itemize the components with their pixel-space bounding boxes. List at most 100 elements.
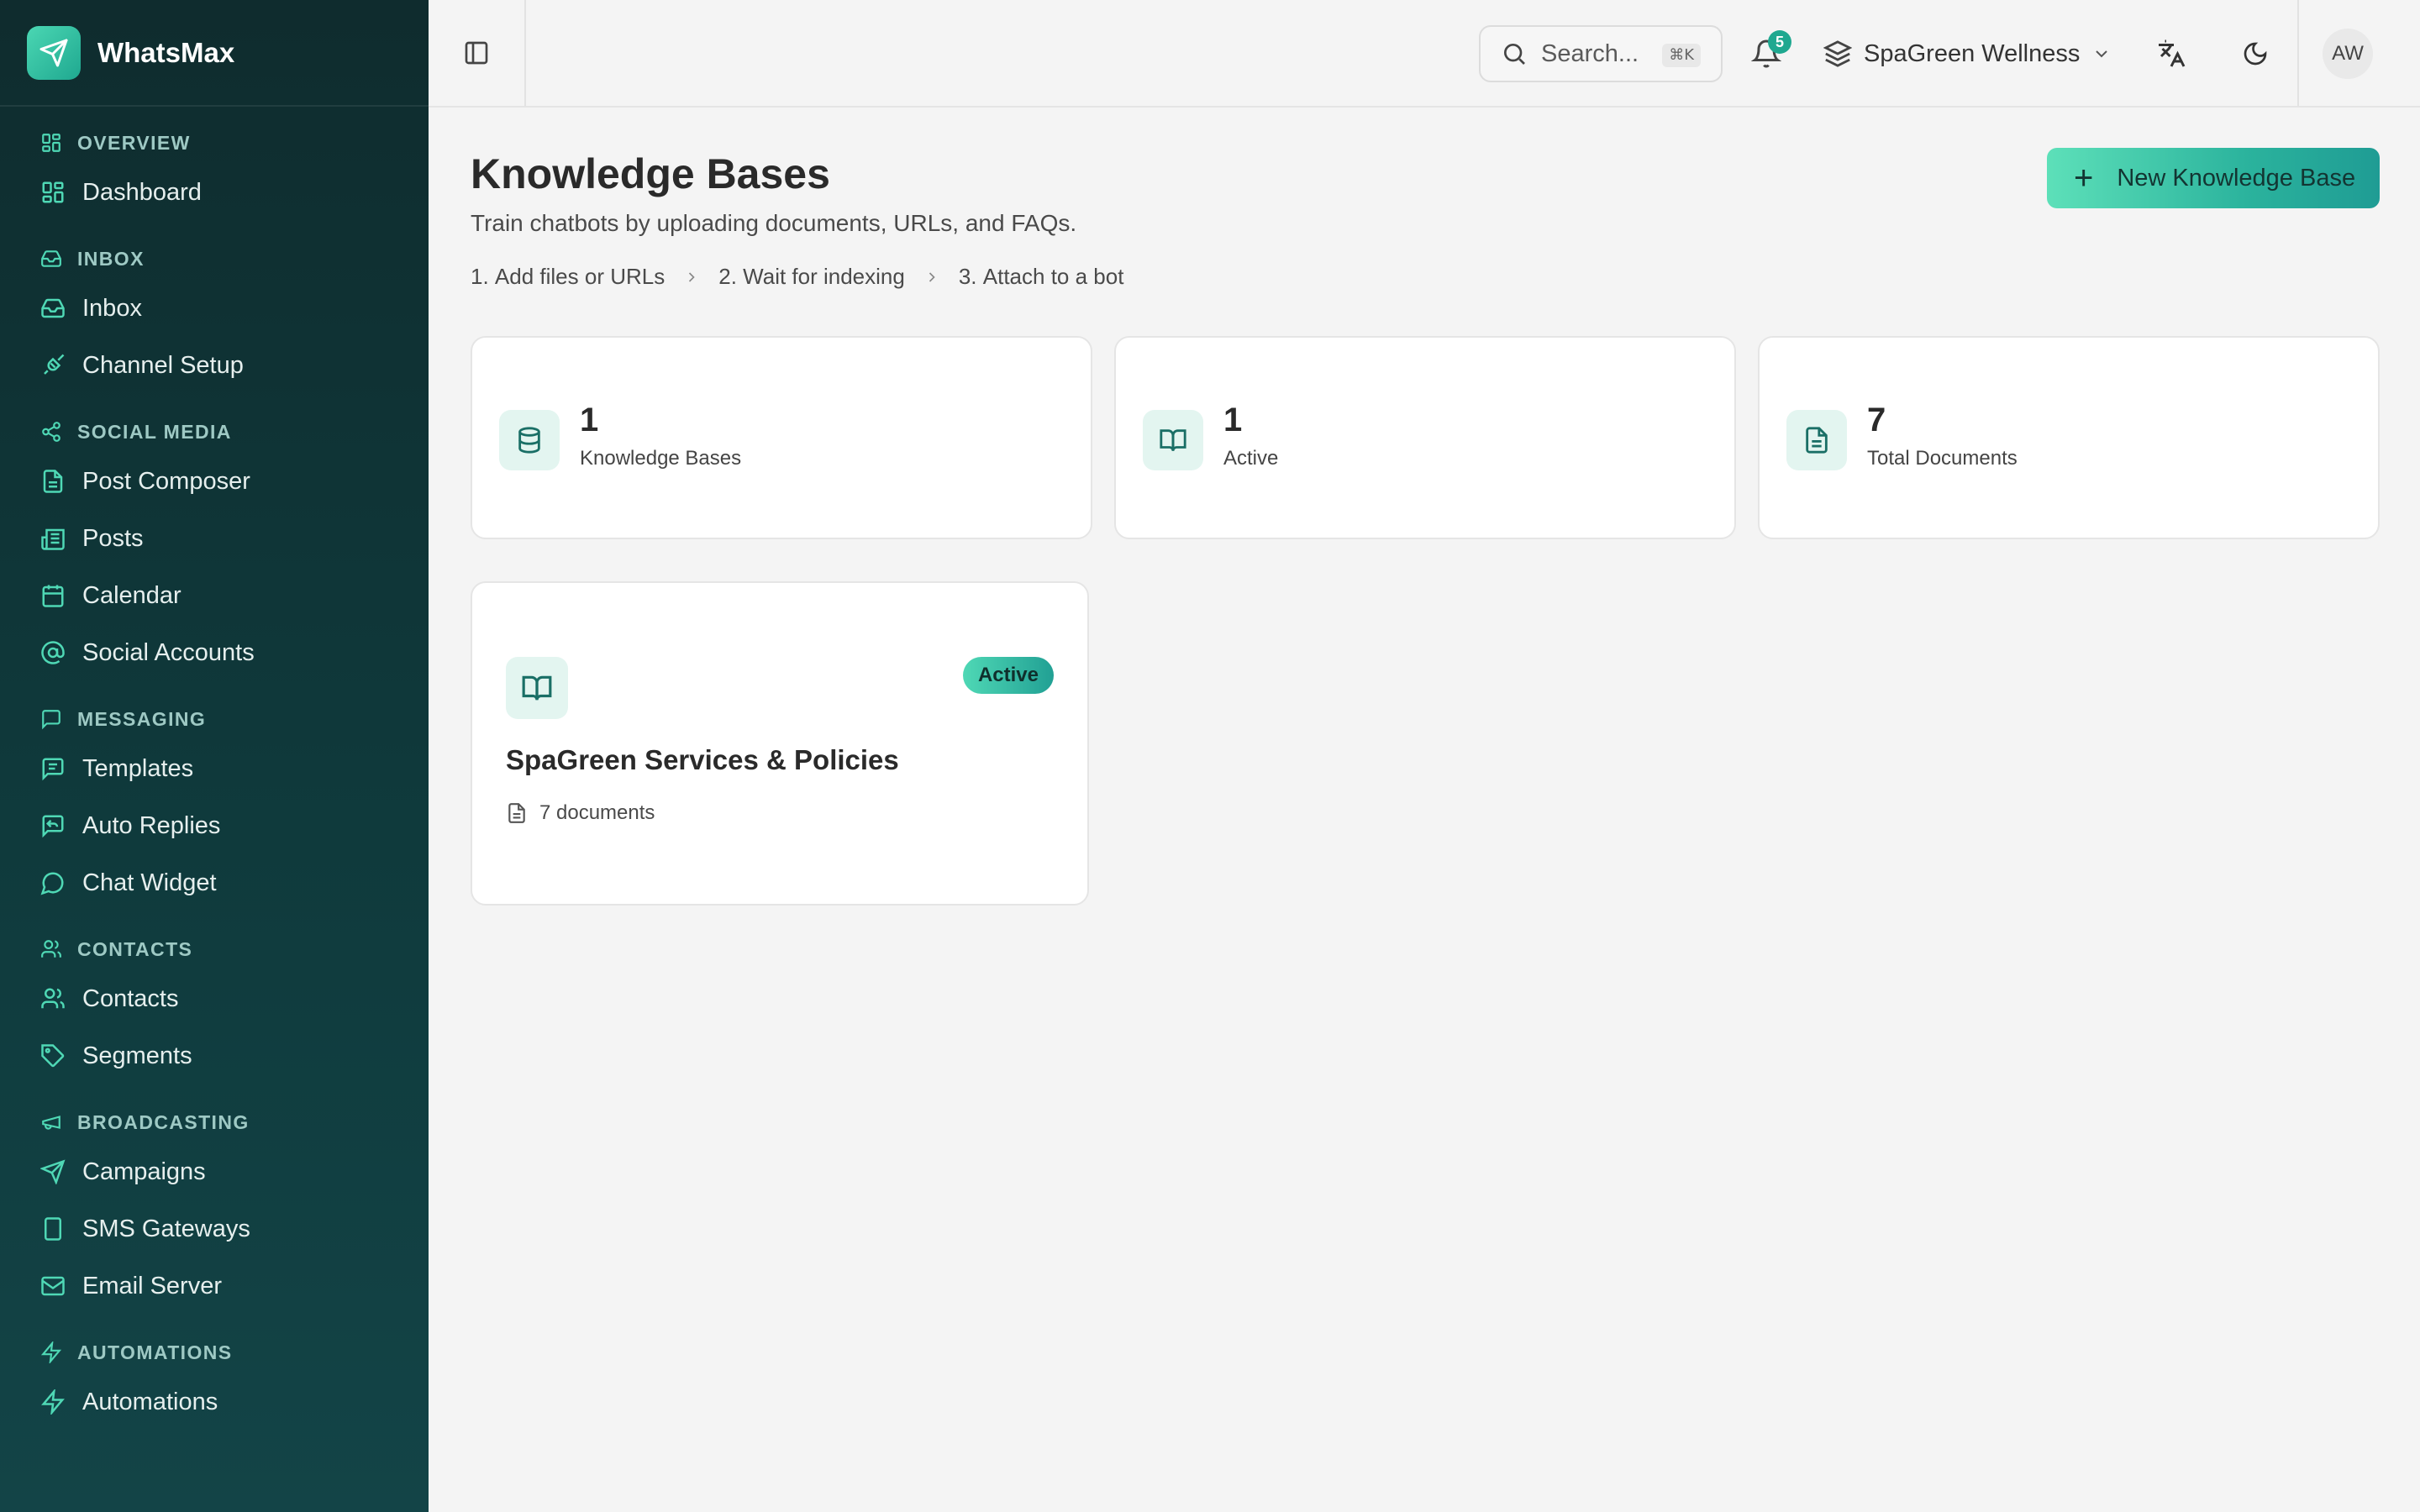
users-icon: [41, 940, 61, 958]
section-label: OVERVIEW: [77, 131, 191, 154]
step-label: Attach to a bot: [982, 264, 1124, 289]
send-logo-icon: [27, 25, 81, 80]
brand[interactable]: WhatsMax: [0, 0, 429, 107]
inbox-icon: [41, 298, 65, 318]
calendar-icon: [42, 585, 64, 607]
chevron-down-icon: [2096, 50, 2108, 58]
section-contacts: CONTACTS: [0, 928, 429, 970]
chat-bubble-icon: [40, 872, 64, 895]
template-icon: [42, 758, 64, 781]
sidebar-item-label: Templates: [82, 754, 194, 782]
sidebar-item-label: Post Composer: [82, 467, 250, 495]
new-knowledge-base-button[interactable]: + New Knowledge Base: [2047, 148, 2380, 208]
knowledge-base-title: SpaGreen Services & Policies: [506, 744, 899, 775]
notification-count-badge: 5: [1768, 30, 1791, 54]
sidebar-item-contacts[interactable]: Contacts: [0, 970, 429, 1027]
sidebar-item-label: Segments: [82, 1042, 192, 1069]
sidebar-item-label: SMS Gateways: [82, 1215, 250, 1242]
section-inbox: INBOX: [0, 238, 429, 280]
plus-icon: +: [2074, 160, 2094, 197]
search-placeholder: Search...: [1541, 39, 1639, 67]
send-icon: [40, 1159, 66, 1184]
sidebar-item-inbox[interactable]: Inbox: [0, 280, 429, 337]
sidebar: WhatsMax OVERVIEW Dashboard INBOX Inbox: [0, 0, 429, 1512]
button-label: New Knowledge Base: [2117, 164, 2356, 192]
step-label: Wait for indexing: [743, 264, 905, 289]
search-icon: [1504, 44, 1525, 65]
section-automations: AUTOMATIONS: [0, 1331, 429, 1373]
section-label: INBOX: [77, 247, 145, 270]
phone-icon: [45, 1217, 61, 1241]
sidebar-item-social-accounts[interactable]: Social Accounts: [0, 624, 429, 681]
section-label: CONTACTS: [77, 937, 193, 960]
document-count-label: 7 documents: [539, 801, 655, 824]
sidebar-panel-icon: [465, 41, 488, 65]
sidebar-item-calendar[interactable]: Calendar: [0, 567, 429, 624]
sidebar-item-label: Auto Replies: [82, 811, 221, 839]
search-input[interactable]: Search... ⌘K: [1479, 25, 1723, 82]
document-icon: [1786, 410, 1847, 470]
at-icon: [41, 641, 65, 664]
sidebar-item-dashboard[interactable]: Dashboard: [0, 164, 429, 221]
document-icon: [43, 470, 63, 493]
section-label: BROADCASTING: [77, 1110, 250, 1133]
sidebar-item-label: Contacts: [82, 984, 179, 1012]
page-subtitle: Train chatbots by uploading documents, U…: [471, 210, 1077, 236]
workspace-switcher[interactable]: SpaGreen Wellness: [1823, 29, 2112, 79]
layers-icon: [1823, 40, 1852, 67]
sidebar-nav: OVERVIEW Dashboard INBOX Inbox Channel S…: [0, 107, 429, 1431]
share-icon: [42, 422, 60, 442]
sidebar-item-post-composer[interactable]: Post Composer: [0, 453, 429, 510]
step-number: 1.: [471, 264, 489, 289]
sidebar-item-automations[interactable]: Automations: [0, 1373, 429, 1431]
stat-label: Total Documents: [1867, 447, 2018, 470]
chevron-right-icon: [689, 271, 695, 282]
stat-card-knowledge-bases: 1 Knowledge Bases: [471, 336, 1092, 539]
theme-toggle-button[interactable]: [2237, 35, 2274, 72]
chevron-right-icon: [929, 271, 935, 282]
sidebar-item-label: Calendar: [82, 581, 182, 609]
sidebar-item-campaigns[interactable]: Campaigns: [0, 1143, 429, 1200]
sidebar-item-chat-widget[interactable]: Chat Widget: [0, 854, 429, 911]
knowledge-base-card[interactable]: Active SpaGreen Services & Policies 7 do…: [471, 581, 1089, 906]
sidebar-item-label: Posts: [82, 524, 144, 552]
message-icon: [42, 710, 60, 730]
sidebar-toggle-button[interactable]: [429, 0, 526, 106]
step-number: 3.: [958, 264, 977, 289]
language-button[interactable]: [2153, 35, 2190, 72]
sidebar-item-auto-replies[interactable]: Auto Replies: [0, 797, 429, 854]
avatar[interactable]: AW: [2323, 29, 2373, 79]
avatar-initials: AW: [2332, 42, 2364, 65]
sidebar-item-email-server[interactable]: Email Server: [0, 1257, 429, 1315]
sidebar-item-label: Inbox: [82, 294, 142, 322]
section-social-media: SOCIAL MEDIA: [0, 411, 429, 453]
sidebar-item-sms-gateways[interactable]: SMS Gateways: [0, 1200, 429, 1257]
section-overview: OVERVIEW: [0, 122, 429, 164]
reply-icon: [42, 815, 64, 838]
translate-icon: [2159, 39, 2186, 67]
document-icon: [508, 803, 525, 823]
search-shortcut: ⌘K: [1662, 44, 1701, 67]
sidebar-item-segments[interactable]: Segments: [0, 1027, 429, 1084]
bolt-icon: [41, 1389, 65, 1415]
book-open-icon: [1143, 410, 1203, 470]
step-label: Add files or URLs: [494, 264, 666, 289]
status-badge: Active: [962, 657, 1054, 694]
stat-label: Active: [1223, 447, 1279, 470]
section-messaging: MESSAGING: [0, 698, 429, 740]
book-open-icon: [506, 657, 568, 719]
stat-value: 1: [580, 402, 599, 438]
sidebar-item-posts[interactable]: Posts: [0, 510, 429, 567]
page-title: Knowledge Bases: [471, 150, 830, 197]
bolt-icon: [40, 1341, 62, 1363]
sidebar-item-channel-setup[interactable]: Channel Setup: [0, 337, 429, 394]
stat-card-total-documents: 7 Total Documents: [1758, 336, 2380, 539]
sidebar-item-label: Channel Setup: [82, 351, 244, 379]
section-label: AUTOMATIONS: [77, 1341, 233, 1363]
brand-name: WhatsMax: [97, 36, 235, 68]
dashboard-icon: [42, 134, 60, 152]
sidebar-item-templates[interactable]: Templates: [0, 740, 429, 797]
sidebar-item-label: Dashboard: [82, 178, 202, 206]
megaphone-icon: [42, 1116, 60, 1130]
sidebar-item-label: Automations: [82, 1388, 218, 1415]
